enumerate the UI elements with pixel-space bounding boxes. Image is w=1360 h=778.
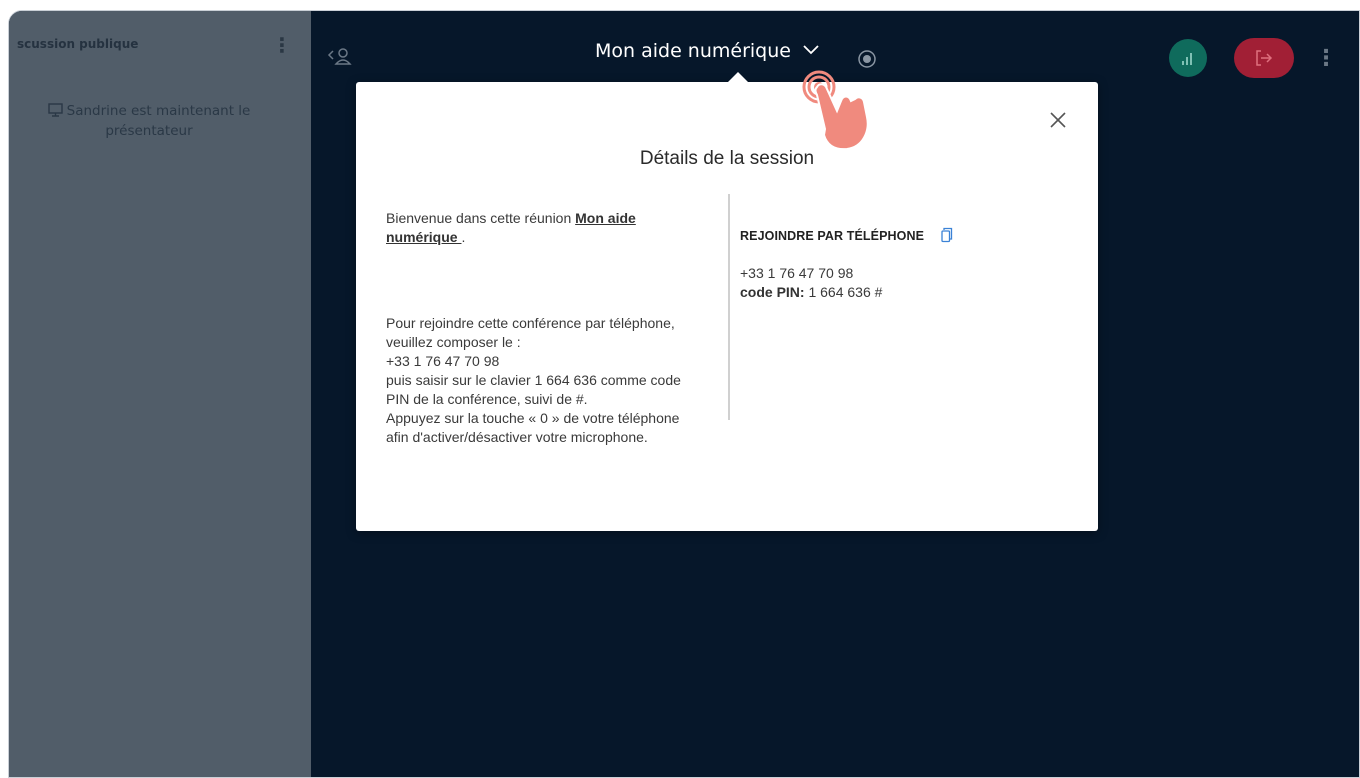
presenter-message: Sandrine est maintenant le présentateur xyxy=(29,101,269,141)
session-welcome-text: Bienvenue dans cette réunion Mon aide nu… xyxy=(386,209,686,447)
tap-hand-icon xyxy=(802,70,869,151)
pin-value: 1 664 636 # xyxy=(804,284,883,300)
pin-line: code PIN: 1 664 636 # xyxy=(740,283,1060,302)
copy-icon[interactable] xyxy=(940,227,954,243)
welcome-prefix: Bienvenue dans cette réunion xyxy=(386,210,576,226)
phone-join-section: REJOINDRE PAR TÉLÉPHONE +33 1 76 47 70 9… xyxy=(740,227,1060,302)
sidebar-more-icon[interactable]: ⋮ xyxy=(272,33,292,57)
meeting-title: Mon aide numérique xyxy=(595,40,791,62)
pin-label: code PIN: xyxy=(740,284,805,300)
presenter-message-text: Sandrine est maintenant le présentateur xyxy=(66,103,251,139)
instructions-line-2: puis saisir sur le clavier 1 664 636 com… xyxy=(386,372,681,407)
phone-heading: REJOINDRE PAR TÉLÉPHONE xyxy=(740,229,925,243)
instructions-line-3: Appuyez sur la touche « 0 » de votre tél… xyxy=(386,410,680,445)
welcome-suffix: . xyxy=(461,229,466,245)
session-details-modal: Détails de la session Bienvenue dans cet… xyxy=(356,72,1098,531)
record-icon[interactable] xyxy=(857,49,877,69)
user-list-icon[interactable] xyxy=(327,47,353,67)
modal-title: Détails de la session xyxy=(639,148,815,169)
chat-sidebar: scussion publique ⋮ Sandrine est mainten… xyxy=(9,11,311,777)
phone-heading-row: REJOINDRE PAR TÉLÉPHONE xyxy=(740,227,1060,243)
close-icon[interactable] xyxy=(1046,108,1070,132)
column-divider xyxy=(728,194,730,420)
modal-pointer xyxy=(728,72,748,82)
sidebar-title: scussion publique xyxy=(17,37,139,51)
leave-icon xyxy=(1256,50,1273,66)
connection-status-button[interactable] xyxy=(1169,39,1207,77)
chevron-down-icon xyxy=(803,45,819,55)
leave-meeting-button[interactable] xyxy=(1234,38,1294,78)
dial-in-instructions: Pour rejoindre cette conférence par télé… xyxy=(386,314,686,447)
instructions-line-1: Pour rejoindre cette conférence par télé… xyxy=(386,315,675,350)
sidebar-header: scussion publique ⋮ xyxy=(9,33,311,61)
welcome-line: Bienvenue dans cette réunion Mon aide nu… xyxy=(386,209,686,247)
phone-number: +33 1 76 47 70 98 xyxy=(740,265,854,281)
app-window: scussion publique ⋮ Sandrine est mainten… xyxy=(8,10,1360,778)
more-options-icon[interactable]: ⋮ xyxy=(1315,41,1337,77)
presentation-icon xyxy=(47,103,63,117)
connection-status-icon xyxy=(1182,53,1192,65)
instructions-phone: +33 1 76 47 70 98 xyxy=(386,353,500,369)
meeting-title-toggle[interactable]: Mon aide numérique xyxy=(595,40,819,62)
